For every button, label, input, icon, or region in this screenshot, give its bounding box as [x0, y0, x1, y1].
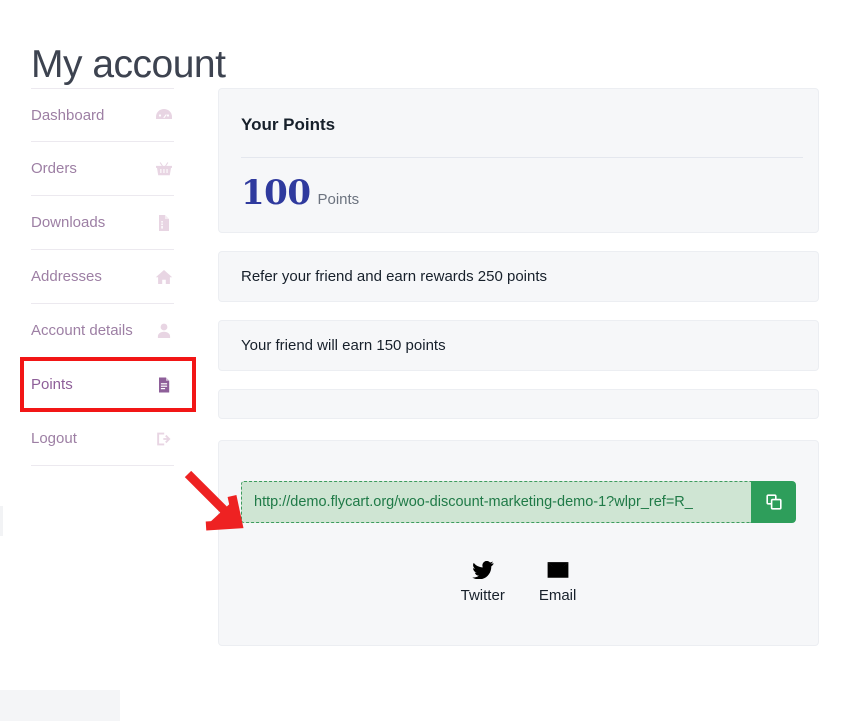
sidebar-item-label: Logout: [31, 431, 77, 446]
points-value-row: 100 Points: [241, 176, 796, 210]
sidebar-item-orders[interactable]: Orders: [31, 142, 174, 196]
sidebar-item-downloads[interactable]: Downloads: [31, 196, 174, 250]
share-link-twitter[interactable]: Twitter: [461, 560, 505, 603]
points-card-title: Your Points: [241, 115, 796, 135]
my-account-page: My account Dashboard Orders: [0, 0, 845, 721]
points-balance-value: 100: [241, 176, 310, 210]
background-strip-left: [0, 506, 3, 536]
sidebar-item-points[interactable]: Points: [31, 358, 174, 412]
user-icon: [154, 321, 174, 341]
twitter-icon: [472, 560, 494, 580]
share-link-label: Email: [539, 588, 577, 603]
copy-icon: [764, 492, 784, 512]
document-icon: [154, 375, 174, 395]
sidebar-item-dashboard[interactable]: Dashboard: [31, 88, 174, 142]
gauge-icon: [154, 105, 174, 125]
sidebar-item-logout[interactable]: Logout: [31, 412, 174, 466]
your-points-card: Your Points 100 Points: [218, 88, 819, 233]
copy-referral-link-button[interactable]: [751, 481, 796, 523]
referral-link-input[interactable]: [241, 481, 751, 523]
background-panel-bottom-left: [0, 690, 120, 721]
social-share-links: Twitter Email: [219, 560, 818, 603]
home-icon: [154, 267, 174, 287]
sidebar-item-account-details[interactable]: Account details: [31, 304, 174, 358]
sidebar-item-label: Points: [31, 377, 73, 392]
friend-reward-text: Your friend will earn 150 points: [241, 337, 446, 355]
empty-info-card: [218, 389, 819, 419]
logout-icon: [154, 429, 174, 449]
sidebar-item-label: Downloads: [31, 215, 105, 230]
referral-share-card: Twitter Email: [218, 440, 819, 646]
referral-reward-text: Refer your friend and earn rewards 250 p…: [241, 268, 547, 286]
envelope-icon: [547, 560, 569, 580]
points-unit-label: Points: [317, 192, 359, 207]
sidebar-item-label: Dashboard: [31, 108, 104, 123]
page-title: My account: [31, 42, 225, 89]
referral-reward-card: Refer your friend and earn rewards 250 p…: [218, 251, 819, 302]
sidebar-item-label: Addresses: [31, 269, 102, 284]
share-link-email[interactable]: Email: [539, 560, 577, 603]
referral-link-row: [241, 481, 796, 523]
account-sidebar-nav: Dashboard Orders: [31, 88, 174, 466]
main-content: Your Points 100 Points Refer your friend…: [218, 88, 819, 646]
sidebar-item-addresses[interactable]: Addresses: [31, 250, 174, 304]
share-link-label: Twitter: [461, 588, 505, 603]
basket-icon: [154, 159, 174, 179]
download-file-icon: [154, 213, 174, 233]
sidebar-item-label: Orders: [31, 161, 77, 176]
points-card-divider: [241, 157, 803, 158]
sidebar-item-label: Account details: [31, 323, 133, 338]
friend-reward-card: Your friend will earn 150 points: [218, 320, 819, 371]
